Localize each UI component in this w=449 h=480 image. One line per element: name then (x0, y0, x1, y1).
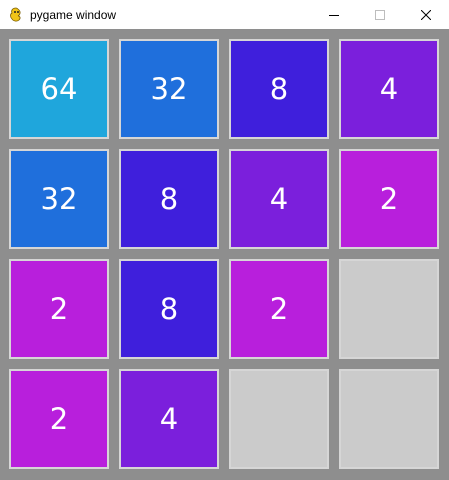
tile-r4-c2: 4 (119, 369, 219, 469)
tile-r2-c1: 32 (9, 149, 109, 249)
minimize-icon (329, 5, 339, 24)
tile-r3-c4 (339, 259, 439, 359)
tile-r4-c3 (229, 369, 329, 469)
close-icon (420, 5, 432, 24)
tile-r1-c4: 4 (339, 39, 439, 139)
tile-r3-c3: 2 (229, 259, 329, 359)
pygame-snake-icon (8, 7, 24, 23)
window-title: pygame window (30, 7, 117, 22)
maximize-icon (375, 5, 385, 24)
maximize-button[interactable] (357, 0, 403, 29)
title-bar[interactable]: pygame window (0, 0, 449, 29)
tile-r4-c1: 2 (9, 369, 109, 469)
close-button[interactable] (403, 0, 449, 29)
tile-r4-c4 (339, 369, 439, 469)
tile-r2-c2: 8 (119, 149, 219, 249)
tile-r2-c3: 4 (229, 149, 329, 249)
tile-r2-c4: 2 (339, 149, 439, 249)
pygame-window: pygame window 64 32 8 4 32 8 4 2 2 8 2 2… (0, 0, 449, 480)
tile-r1-c3: 8 (229, 39, 329, 139)
tile-r3-c2: 8 (119, 259, 219, 359)
tile-r1-c1: 64 (9, 39, 109, 139)
minimize-button[interactable] (311, 0, 357, 29)
tile-r1-c2: 32 (119, 39, 219, 139)
tile-r3-c1: 2 (9, 259, 109, 359)
game-board: 64 32 8 4 32 8 4 2 2 8 2 2 4 (0, 29, 449, 480)
